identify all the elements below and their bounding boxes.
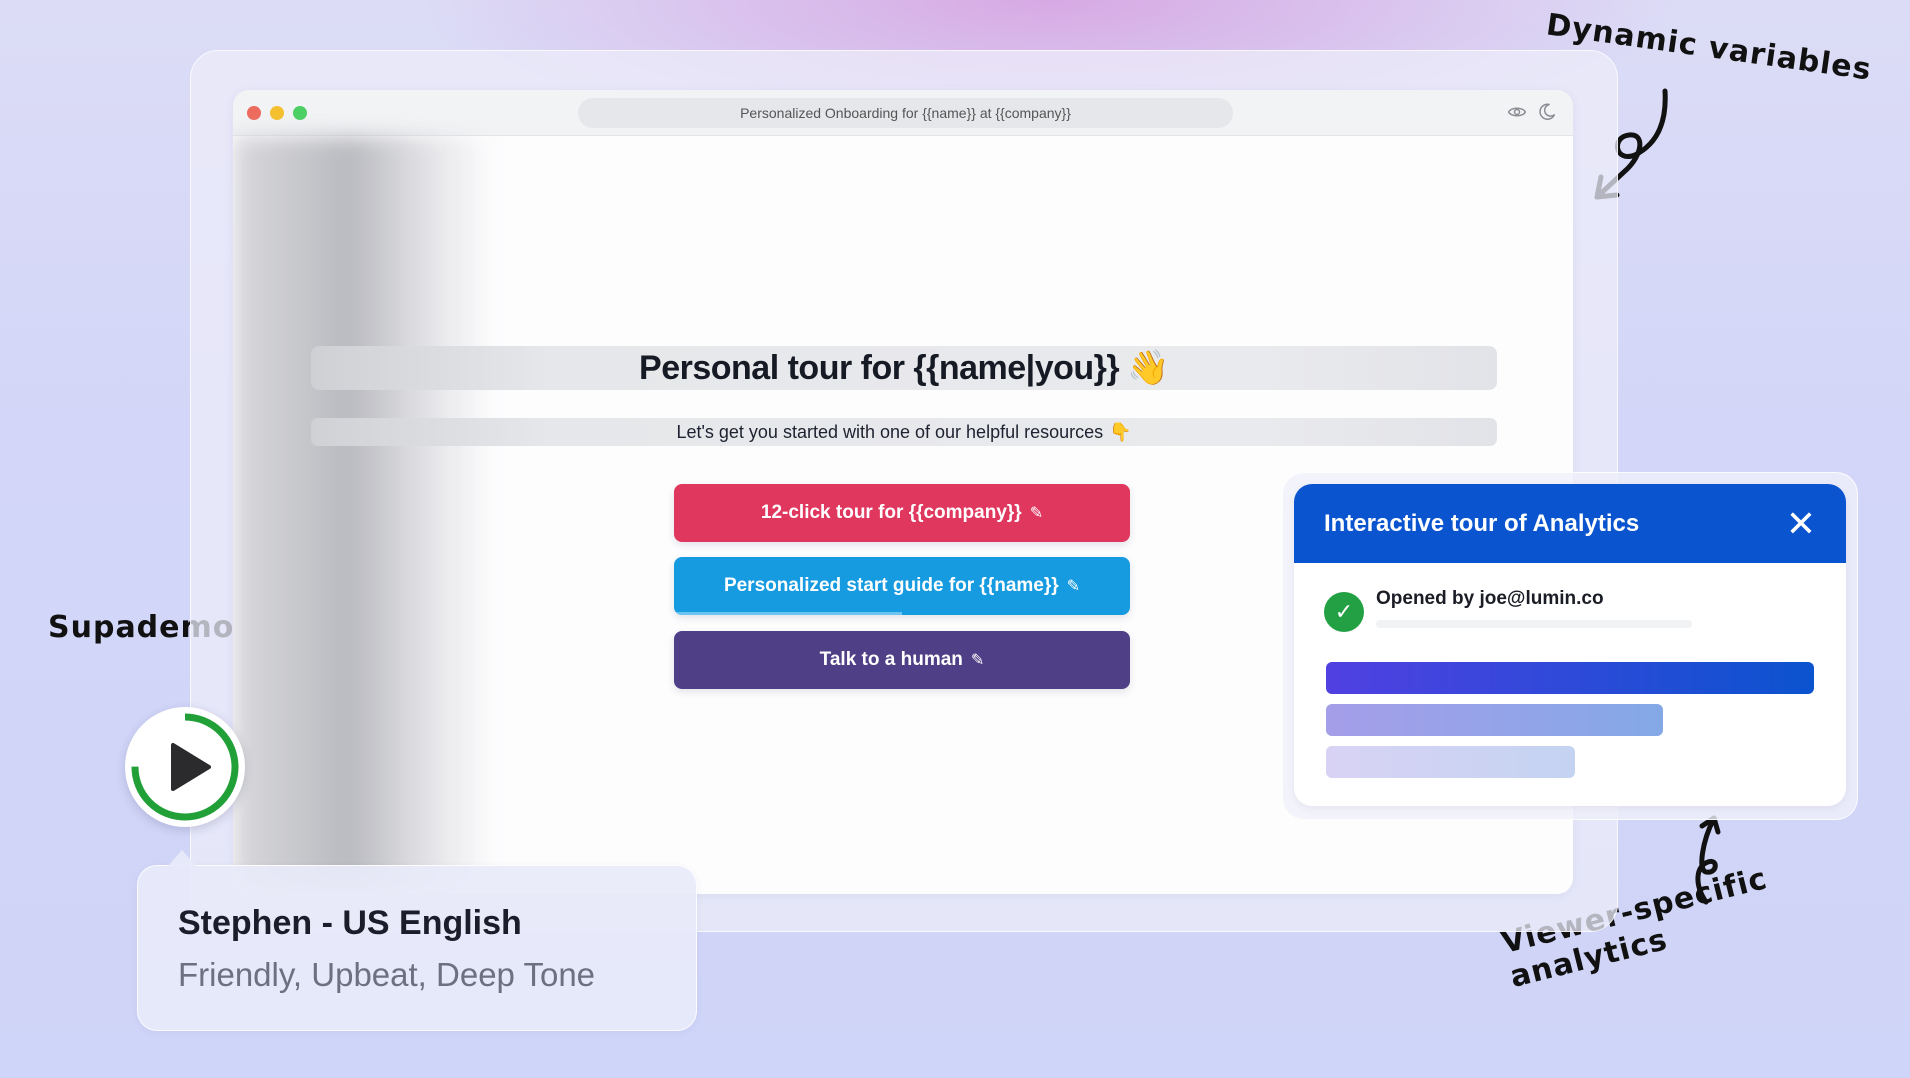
page-headline: Personal tour for {{name|you}} [639,348,1120,387]
voice-info-card: Stephen - US English Friendly, Upbeat, D… [137,850,697,1031]
analytics-bar-track [1326,746,1814,778]
eye-icon[interactable] [1507,102,1527,127]
opened-by-placeholder-line [1376,620,1692,628]
talk-to-human-button[interactable]: Talk to a human ✎ [674,631,1130,689]
close-icon[interactable]: ✕ [1786,505,1816,542]
maximize-window-button[interactable] [293,105,307,120]
start-guide-button[interactable]: Personalized start guide for {{name}} ✎ [674,557,1130,615]
wave-emoji-icon: 👋 [1127,349,1169,387]
voice-play-button[interactable] [125,707,245,827]
check-circle-icon: ✓ [1324,592,1364,632]
voice-name: Stephen - US English [178,904,522,942]
close-window-button[interactable] [247,105,261,120]
pencil-icon[interactable]: ✎ [1067,576,1080,596]
analytics-bar [1326,662,1814,694]
analytics-bar-track [1326,662,1814,694]
company-tour-button[interactable]: 12-click tour for {{company}} ✎ [674,484,1130,542]
minimize-window-button[interactable] [270,105,284,120]
point-down-emoji-icon: 👇 [1109,421,1132,442]
voice-tone: Friendly, Upbeat, Deep Tone [178,956,596,993]
analytics-bar-track [1326,704,1814,736]
headline-block: Personal tour for {{name|you}} 👋 [311,346,1497,390]
opened-by-row: ✓ Opened by joe@lumin.co [1324,588,1692,632]
blurred-sidebar [233,136,493,894]
window-controls [247,105,307,120]
pencil-icon[interactable]: ✎ [1030,503,1043,523]
button-label: 12-click tour for {{company}} [760,502,1022,523]
voice-progress-ring [131,713,239,821]
analytics-card-header: Interactive tour of Analytics ✕ [1294,484,1846,563]
play-icon [171,743,211,791]
button-progress-bar [674,612,902,615]
button-label: Personalized start guide for {{name}} [723,575,1059,596]
analytics-bar [1326,704,1663,736]
analytics-card: Interactive tour of Analytics ✕ ✓ Opened… [1294,484,1846,806]
moon-icon[interactable] [1537,102,1557,127]
window-titlebar: Personalized Onboarding for {{name}} at … [233,90,1573,136]
window-title[interactable]: Personalized Onboarding for {{name}} at … [578,98,1233,128]
button-label: Talk to a human [819,649,963,670]
subtitle-block: Let's get you started with one of our he… [311,418,1497,446]
analytics-card-title: Interactive tour of Analytics [1324,509,1640,537]
page-subtitle: Let's get you started with one of our he… [676,421,1104,442]
analytics-bar [1326,746,1575,778]
pencil-icon[interactable]: ✎ [971,650,984,670]
arrow-viewer-analytics-icon [1695,815,1721,905]
opened-by-text: Opened by joe@lumin.co [1376,588,1604,609]
